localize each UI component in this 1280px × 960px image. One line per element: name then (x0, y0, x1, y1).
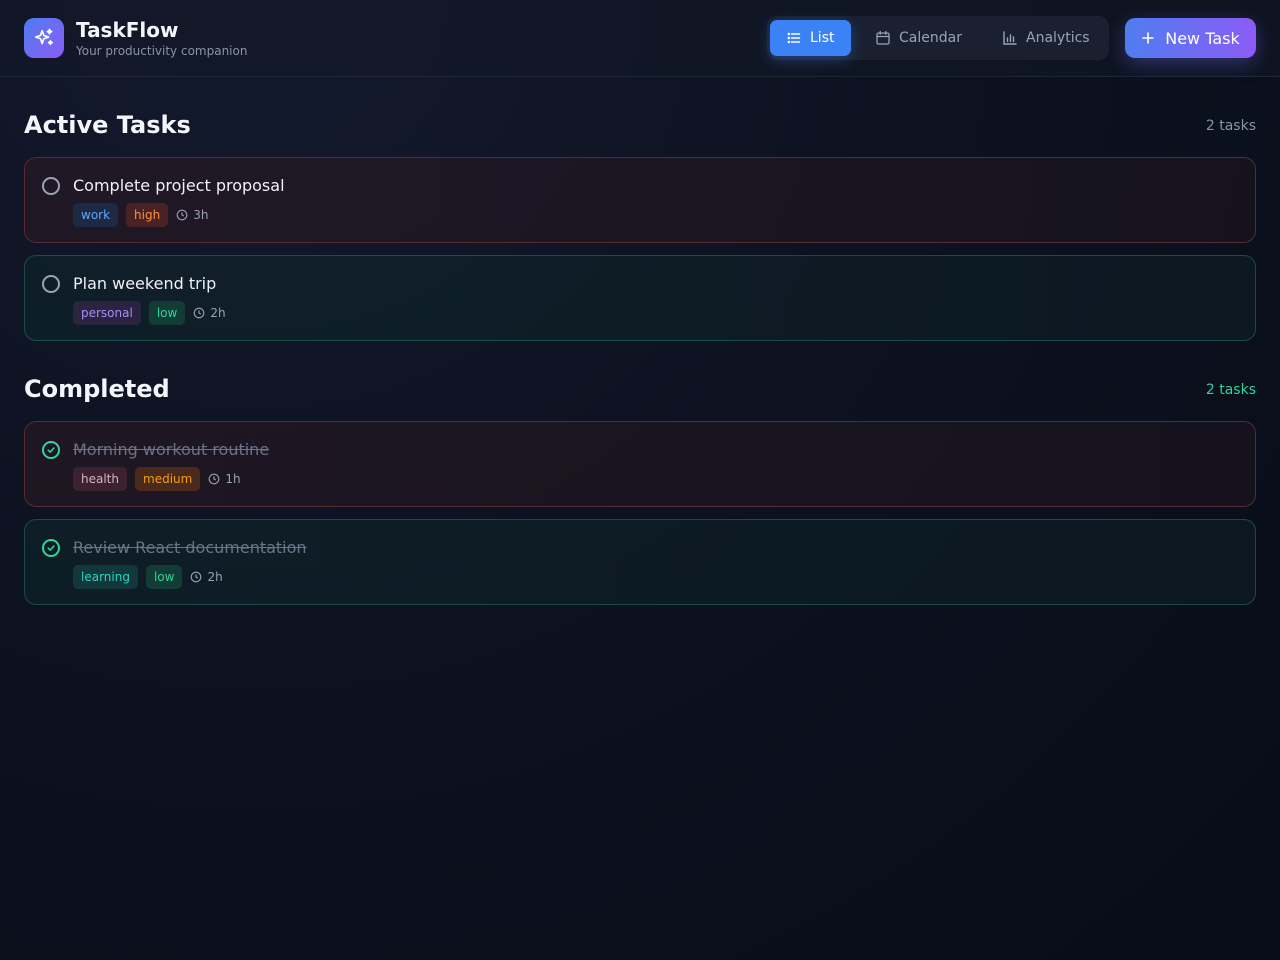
duration-value: 1h (225, 472, 241, 486)
clock-icon (191, 571, 202, 583)
task-checkbox-checked[interactable] (42, 441, 60, 459)
clock-icon (193, 307, 205, 319)
completed-section-title: Completed (24, 375, 170, 403)
clock-icon (176, 209, 188, 221)
duration-value: 2h (207, 570, 223, 584)
task-checkbox[interactable] (42, 275, 60, 293)
active-section-title: Active Tasks (24, 111, 191, 139)
check-icon (47, 545, 55, 551)
task-tags: work high 3h (73, 203, 208, 227)
view-switcher: List Calendar Analytics (767, 16, 1109, 60)
app-subtitle: Your productivity companion (76, 44, 248, 58)
view-list-label: List (810, 30, 835, 46)
view-list-button[interactable]: List (770, 20, 851, 56)
clock-icon (208, 473, 220, 485)
task-tags: personal low 2h (73, 301, 226, 325)
task-tags: health medium 1h (73, 467, 241, 491)
duration-value: 3h (193, 208, 209, 222)
view-calendar-label: Calendar (899, 30, 962, 46)
task-title: Plan weekend trip (73, 274, 217, 293)
duration-value: 2h (210, 306, 226, 320)
app-title: TaskFlow (76, 18, 179, 42)
task-duration: 2h (190, 570, 223, 584)
active-task-count: 2 tasks (1205, 118, 1256, 134)
new-task-button[interactable]: New Task (1125, 18, 1256, 58)
priority-tag: low (148, 301, 186, 325)
task-duration: 3h (176, 208, 208, 222)
task-card[interactable]: Plan weekend trip personal low 2h (24, 255, 1256, 341)
task-card[interactable]: Complete project proposal work high 3h (24, 157, 1256, 243)
plus-icon (1142, 32, 1155, 44)
task-duration: 1h (208, 472, 241, 486)
category-tag: personal (73, 301, 141, 325)
priority-tag: high (126, 203, 169, 227)
view-analytics-label: Analytics (1026, 30, 1090, 46)
completed-task-count: 2 tasks (1205, 382, 1256, 398)
view-calendar-button[interactable]: Calendar (859, 20, 979, 56)
task-checkbox[interactable] (42, 177, 60, 195)
task-title: Morning workout routine (73, 440, 270, 459)
check-icon (47, 447, 55, 453)
view-analytics-button[interactable]: Analytics (986, 20, 1106, 56)
bar-chart-icon (1003, 31, 1017, 45)
task-card[interactable]: Morning workout routine health medium 1h (24, 421, 1256, 507)
task-checkbox-checked[interactable] (42, 539, 60, 557)
task-title: Review React documentation (73, 538, 307, 557)
app-header: TaskFlow Your productivity companion Lis… (0, 0, 1280, 77)
category-tag: health (73, 467, 127, 491)
task-tags: learning low 2h (73, 565, 223, 589)
calendar-icon (876, 30, 890, 45)
new-task-label: New Task (1165, 28, 1240, 48)
sparkles-icon (24, 18, 64, 58)
task-title: Complete project proposal (73, 176, 285, 195)
category-tag: learning (73, 565, 138, 589)
task-card[interactable]: Review React documentation learning low … (24, 519, 1256, 605)
priority-tag: medium (135, 467, 201, 491)
list-icon (787, 32, 801, 44)
priority-tag: low (145, 565, 183, 589)
task-duration: 2h (193, 306, 226, 320)
category-tag: work (73, 203, 119, 227)
